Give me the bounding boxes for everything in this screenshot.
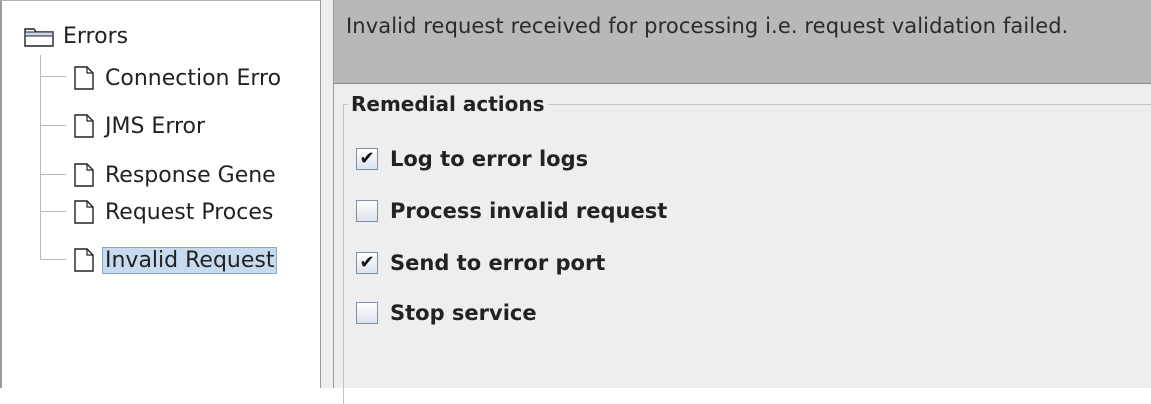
option-label: Log to error logs bbox=[390, 147, 589, 171]
tree-item-label: Invalid Request bbox=[102, 246, 278, 274]
checkbox[interactable] bbox=[356, 200, 378, 222]
remedial-actions-title: Remedial actions bbox=[348, 92, 548, 116]
tree-root-errors[interactable]: Errors bbox=[24, 21, 131, 51]
tree-connector-line bbox=[40, 55, 41, 260]
tree-item-request-processing[interactable]: Request Proces bbox=[74, 197, 276, 227]
checkmark-icon: ✔ bbox=[359, 252, 375, 273]
option-label: Send to error port bbox=[390, 251, 606, 275]
tree-connector bbox=[40, 76, 66, 77]
checkbox[interactable] bbox=[356, 302, 378, 324]
option-process-invalid-request[interactable]: Process invalid request bbox=[356, 197, 667, 225]
document-icon bbox=[74, 248, 94, 272]
tree-connector bbox=[40, 174, 66, 175]
tree-item-connection-error[interactable]: Connection Erro bbox=[74, 63, 284, 93]
tree-item-label: Connection Erro bbox=[105, 65, 282, 91]
checkbox[interactable]: ✔ bbox=[356, 148, 378, 170]
option-label: Stop service bbox=[390, 301, 537, 325]
tree-item-label: JMS Error bbox=[105, 113, 206, 139]
checkmark-icon: ✔ bbox=[359, 148, 375, 169]
tree-connector bbox=[40, 211, 66, 212]
document-icon bbox=[74, 200, 94, 224]
split-pane-divider[interactable] bbox=[320, 0, 334, 388]
folder-icon bbox=[24, 28, 54, 47]
tree-connector bbox=[40, 125, 66, 126]
document-icon bbox=[74, 66, 94, 90]
tree-item-jms-error[interactable]: JMS Error bbox=[74, 111, 208, 141]
option-stop-service[interactable]: Stop service bbox=[356, 299, 537, 327]
option-log-to-error-logs[interactable]: ✔ Log to error logs bbox=[356, 145, 588, 173]
error-tree: Errors Connection Erro JMS Error Respons… bbox=[0, 0, 320, 388]
tree-item-response-generation[interactable]: Response Gene bbox=[74, 160, 279, 190]
document-icon bbox=[74, 163, 94, 187]
error-config-window: Errors Connection Erro JMS Error Respons… bbox=[0, 0, 1151, 404]
tree-item-label: Request Proces bbox=[105, 199, 274, 225]
option-send-to-error-port[interactable]: ✔ Send to error port bbox=[356, 249, 605, 277]
document-icon bbox=[74, 114, 94, 138]
tree-root-label: Errors bbox=[63, 23, 129, 49]
option-label: Process invalid request bbox=[390, 199, 668, 223]
tree-connector bbox=[40, 259, 66, 260]
checkbox[interactable]: ✔ bbox=[356, 252, 378, 274]
tree-item-label: Response Gene bbox=[105, 162, 276, 188]
error-description: Invalid request received for processing … bbox=[334, 0, 1151, 84]
detail-panel: Invalid request received for processing … bbox=[334, 0, 1151, 404]
tree-item-invalid-request[interactable]: Invalid Request bbox=[74, 245, 278, 275]
